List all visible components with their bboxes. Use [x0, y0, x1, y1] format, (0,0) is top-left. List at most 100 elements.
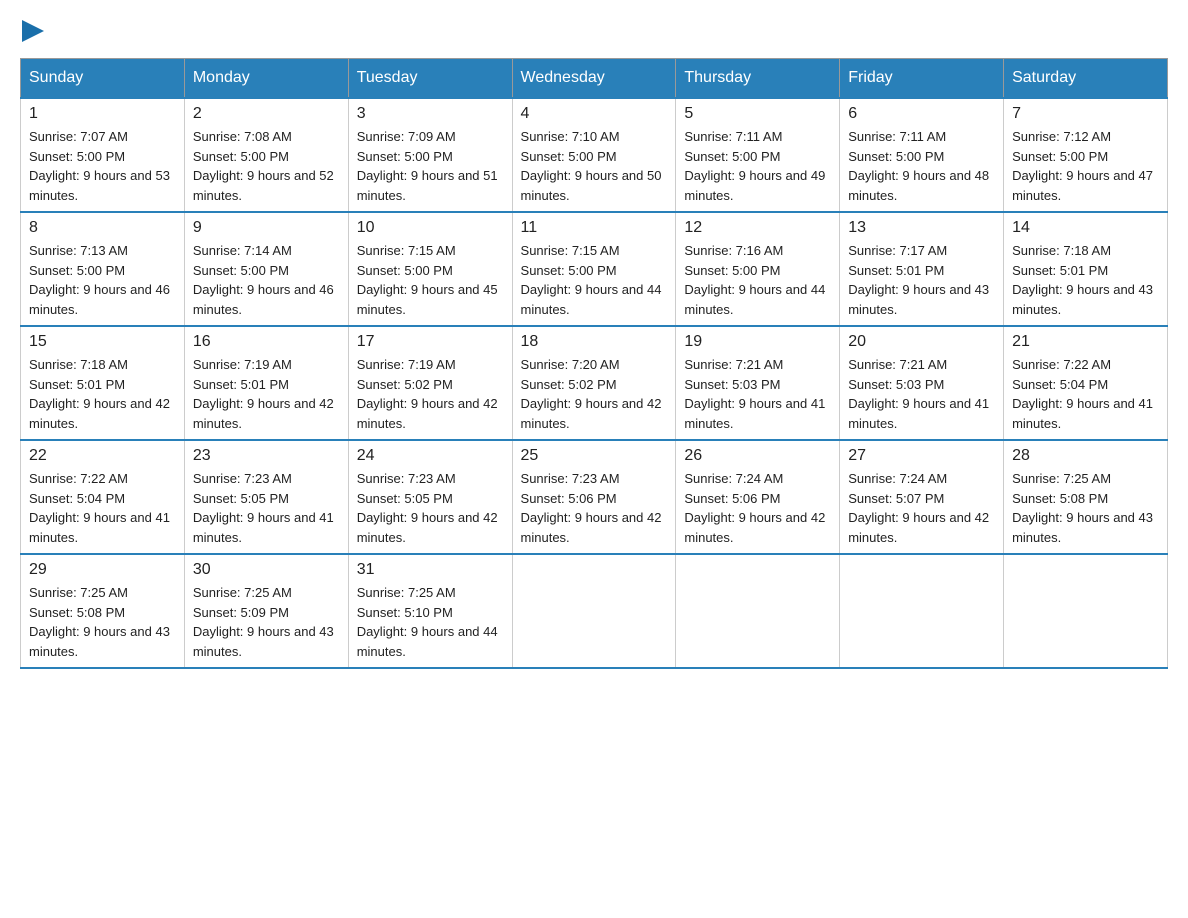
day-info: Sunrise: 7:23 AM Sunset: 5:05 PM Dayligh… — [357, 469, 504, 547]
sunset-label: Sunset: 5:09 PM — [193, 605, 289, 620]
day-info: Sunrise: 7:16 AM Sunset: 5:00 PM Dayligh… — [684, 241, 831, 319]
sunrise-label: Sunrise: 7:25 AM — [1012, 471, 1111, 486]
daylight-label: Daylight: 9 hours and 41 minutes. — [193, 510, 334, 545]
sunrise-label: Sunrise: 7:20 AM — [521, 357, 620, 372]
logo-arrow-icon — [22, 20, 44, 42]
page-header — [20, 20, 1168, 42]
logo — [20, 20, 44, 42]
daylight-label: Daylight: 9 hours and 43 minutes. — [193, 624, 334, 659]
daylight-label: Daylight: 9 hours and 50 minutes. — [521, 168, 662, 203]
calendar-cell: 25 Sunrise: 7:23 AM Sunset: 5:06 PM Dayl… — [512, 440, 676, 554]
day-number: 31 — [357, 561, 504, 579]
calendar-cell: 29 Sunrise: 7:25 AM Sunset: 5:08 PM Dayl… — [21, 554, 185, 668]
sunrise-label: Sunrise: 7:18 AM — [1012, 243, 1111, 258]
weekday-header-friday: Friday — [840, 59, 1004, 99]
sunrise-label: Sunrise: 7:12 AM — [1012, 129, 1111, 144]
day-number: 24 — [357, 447, 504, 465]
day-number: 18 — [521, 333, 668, 351]
sunrise-label: Sunrise: 7:25 AM — [29, 585, 128, 600]
weekday-header-thursday: Thursday — [676, 59, 840, 99]
day-number: 21 — [1012, 333, 1159, 351]
sunset-label: Sunset: 5:06 PM — [521, 491, 617, 506]
daylight-label: Daylight: 9 hours and 47 minutes. — [1012, 168, 1153, 203]
calendar-cell: 23 Sunrise: 7:23 AM Sunset: 5:05 PM Dayl… — [184, 440, 348, 554]
day-info: Sunrise: 7:24 AM Sunset: 5:06 PM Dayligh… — [684, 469, 831, 547]
calendar-cell: 10 Sunrise: 7:15 AM Sunset: 5:00 PM Dayl… — [348, 212, 512, 326]
day-info: Sunrise: 7:19 AM Sunset: 5:01 PM Dayligh… — [193, 355, 340, 433]
sunset-label: Sunset: 5:01 PM — [1012, 263, 1108, 278]
calendar-week-row: 1 Sunrise: 7:07 AM Sunset: 5:00 PM Dayli… — [21, 98, 1168, 212]
weekday-header-row: SundayMondayTuesdayWednesdayThursdayFrid… — [21, 59, 1168, 99]
sunrise-label: Sunrise: 7:23 AM — [193, 471, 292, 486]
day-info: Sunrise: 7:18 AM Sunset: 5:01 PM Dayligh… — [1012, 241, 1159, 319]
sunset-label: Sunset: 5:03 PM — [848, 377, 944, 392]
sunrise-label: Sunrise: 7:08 AM — [193, 129, 292, 144]
day-number: 15 — [29, 333, 176, 351]
calendar-cell: 5 Sunrise: 7:11 AM Sunset: 5:00 PM Dayli… — [676, 98, 840, 212]
sunrise-label: Sunrise: 7:11 AM — [848, 129, 946, 144]
day-number: 26 — [684, 447, 831, 465]
sunrise-label: Sunrise: 7:23 AM — [357, 471, 456, 486]
day-info: Sunrise: 7:14 AM Sunset: 5:00 PM Dayligh… — [193, 241, 340, 319]
daylight-label: Daylight: 9 hours and 43 minutes. — [848, 282, 989, 317]
sunrise-label: Sunrise: 7:19 AM — [193, 357, 292, 372]
daylight-label: Daylight: 9 hours and 43 minutes. — [1012, 510, 1153, 545]
calendar-cell: 19 Sunrise: 7:21 AM Sunset: 5:03 PM Dayl… — [676, 326, 840, 440]
calendar-cell — [676, 554, 840, 668]
day-info: Sunrise: 7:23 AM Sunset: 5:05 PM Dayligh… — [193, 469, 340, 547]
sunset-label: Sunset: 5:06 PM — [684, 491, 780, 506]
sunrise-label: Sunrise: 7:25 AM — [193, 585, 292, 600]
day-number: 10 — [357, 219, 504, 237]
day-number: 7 — [1012, 105, 1159, 123]
sunrise-label: Sunrise: 7:09 AM — [357, 129, 456, 144]
day-info: Sunrise: 7:25 AM Sunset: 5:09 PM Dayligh… — [193, 583, 340, 661]
sunrise-label: Sunrise: 7:10 AM — [521, 129, 620, 144]
sunset-label: Sunset: 5:10 PM — [357, 605, 453, 620]
sunset-label: Sunset: 5:00 PM — [684, 149, 780, 164]
calendar-cell: 27 Sunrise: 7:24 AM Sunset: 5:07 PM Dayl… — [840, 440, 1004, 554]
calendar-cell: 31 Sunrise: 7:25 AM Sunset: 5:10 PM Dayl… — [348, 554, 512, 668]
calendar-cell: 20 Sunrise: 7:21 AM Sunset: 5:03 PM Dayl… — [840, 326, 1004, 440]
sunrise-label: Sunrise: 7:15 AM — [357, 243, 456, 258]
calendar-cell: 22 Sunrise: 7:22 AM Sunset: 5:04 PM Dayl… — [21, 440, 185, 554]
day-info: Sunrise: 7:21 AM Sunset: 5:03 PM Dayligh… — [684, 355, 831, 433]
day-number: 4 — [521, 105, 668, 123]
calendar-cell: 21 Sunrise: 7:22 AM Sunset: 5:04 PM Dayl… — [1004, 326, 1168, 440]
calendar-cell: 7 Sunrise: 7:12 AM Sunset: 5:00 PM Dayli… — [1004, 98, 1168, 212]
day-info: Sunrise: 7:23 AM Sunset: 5:06 PM Dayligh… — [521, 469, 668, 547]
daylight-label: Daylight: 9 hours and 41 minutes. — [1012, 396, 1153, 431]
calendar-table: SundayMondayTuesdayWednesdayThursdayFrid… — [20, 58, 1168, 669]
sunrise-label: Sunrise: 7:24 AM — [684, 471, 783, 486]
calendar-cell: 17 Sunrise: 7:19 AM Sunset: 5:02 PM Dayl… — [348, 326, 512, 440]
daylight-label: Daylight: 9 hours and 42 minutes. — [521, 396, 662, 431]
day-number: 16 — [193, 333, 340, 351]
day-number: 19 — [684, 333, 831, 351]
sunrise-label: Sunrise: 7:18 AM — [29, 357, 128, 372]
weekday-header-tuesday: Tuesday — [348, 59, 512, 99]
calendar-week-row: 29 Sunrise: 7:25 AM Sunset: 5:08 PM Dayl… — [21, 554, 1168, 668]
daylight-label: Daylight: 9 hours and 45 minutes. — [357, 282, 498, 317]
day-number: 3 — [357, 105, 504, 123]
sunrise-label: Sunrise: 7:22 AM — [29, 471, 128, 486]
day-info: Sunrise: 7:20 AM Sunset: 5:02 PM Dayligh… — [521, 355, 668, 433]
day-info: Sunrise: 7:25 AM Sunset: 5:08 PM Dayligh… — [1012, 469, 1159, 547]
sunset-label: Sunset: 5:01 PM — [848, 263, 944, 278]
day-number: 27 — [848, 447, 995, 465]
daylight-label: Daylight: 9 hours and 42 minutes. — [357, 396, 498, 431]
day-number: 30 — [193, 561, 340, 579]
sunset-label: Sunset: 5:05 PM — [193, 491, 289, 506]
day-info: Sunrise: 7:15 AM Sunset: 5:00 PM Dayligh… — [357, 241, 504, 319]
daylight-label: Daylight: 9 hours and 49 minutes. — [684, 168, 825, 203]
weekday-header-sunday: Sunday — [21, 59, 185, 99]
day-number: 23 — [193, 447, 340, 465]
sunset-label: Sunset: 5:00 PM — [521, 263, 617, 278]
calendar-cell: 2 Sunrise: 7:08 AM Sunset: 5:00 PM Dayli… — [184, 98, 348, 212]
day-info: Sunrise: 7:12 AM Sunset: 5:00 PM Dayligh… — [1012, 127, 1159, 205]
sunset-label: Sunset: 5:08 PM — [29, 605, 125, 620]
calendar-week-row: 15 Sunrise: 7:18 AM Sunset: 5:01 PM Dayl… — [21, 326, 1168, 440]
daylight-label: Daylight: 9 hours and 41 minutes. — [848, 396, 989, 431]
sunset-label: Sunset: 5:00 PM — [193, 149, 289, 164]
daylight-label: Daylight: 9 hours and 44 minutes. — [521, 282, 662, 317]
sunset-label: Sunset: 5:03 PM — [684, 377, 780, 392]
sunrise-label: Sunrise: 7:11 AM — [684, 129, 782, 144]
